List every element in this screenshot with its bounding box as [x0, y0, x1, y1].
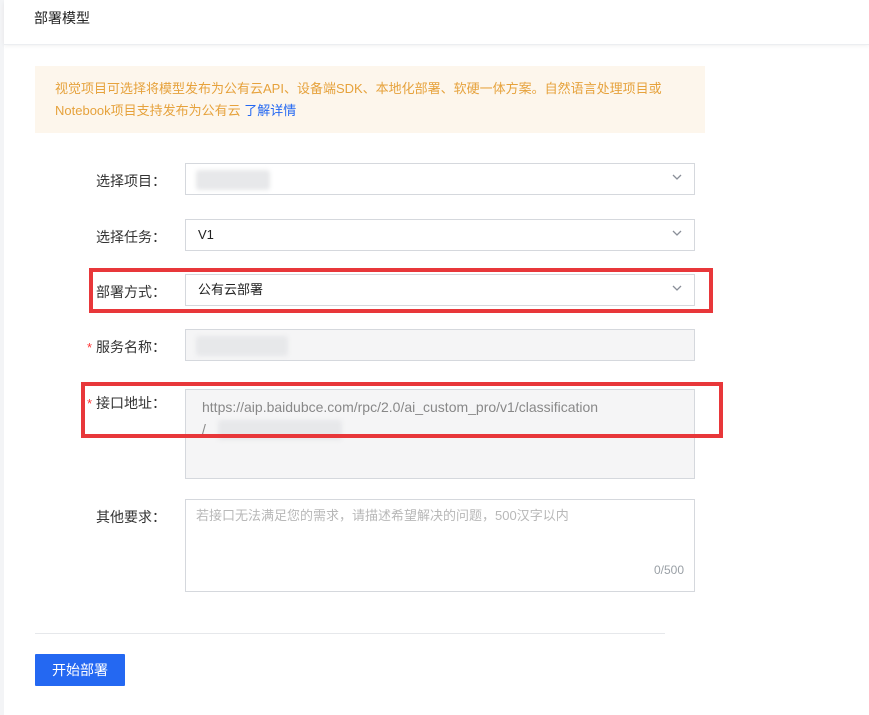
char-counter: 0/500 — [653, 563, 684, 577]
task-select[interactable]: V1 — [185, 219, 695, 251]
project-select[interactable] — [185, 163, 695, 195]
task-select-value: V1 — [198, 227, 214, 242]
start-deploy-button[interactable]: 开始部署 — [35, 654, 125, 686]
deploy-method-highlight — [89, 268, 713, 313]
form-row-task: 选择任务： V1 — [0, 219, 869, 251]
form-row-project: 选择项目： — [0, 163, 869, 195]
header: 部署模型 — [4, 0, 869, 44]
deploy-model-page: 部署模型 视觉项目可选择将模型发布为公有云API、设备端SDK、本地化部署、软硬… — [0, 0, 869, 715]
redacted-project-name — [196, 170, 270, 190]
project-label: 选择项目： — [96, 173, 166, 189]
other-requirements-label: 其他要求： — [96, 509, 166, 525]
task-label: 选择任务： — [96, 229, 166, 245]
learn-more-link[interactable]: 了解详情 — [244, 103, 296, 118]
notice-banner: 视觉项目可选择将模型发布为公有云API、设备端SDK、本地化部署、软硬一体方案。… — [35, 66, 705, 133]
service-name-input[interactable] — [185, 329, 695, 361]
service-name-label: * 服务名称： — [86, 339, 166, 355]
chevron-down-icon — [672, 228, 682, 238]
header-divider — [4, 44, 869, 45]
notice-text: 视觉项目可选择将模型发布为公有云API、设备端SDK、本地化部署、软硬一体方案。… — [55, 81, 662, 118]
required-mark: * — [86, 340, 92, 355]
other-requirements-textarea[interactable]: 若接口无法满足您的需求，请描述希望解决的问题，500汉字以内 0/500 — [185, 499, 695, 592]
form-row-other-requirements: 其他要求： 若接口无法满足您的需求，请描述希望解决的问题，500汉字以内 0/5… — [0, 499, 869, 592]
footer-divider — [35, 633, 665, 634]
redacted-service-name — [196, 336, 288, 356]
page-title: 部署模型 — [34, 10, 90, 26]
chevron-down-icon — [672, 172, 682, 182]
form-row-service-name: * 服务名称： — [0, 329, 869, 361]
api-address-highlight — [81, 382, 723, 438]
other-requirements-placeholder: 若接口无法满足您的需求，请描述希望解决的问题，500汉字以内 — [196, 508, 569, 523]
